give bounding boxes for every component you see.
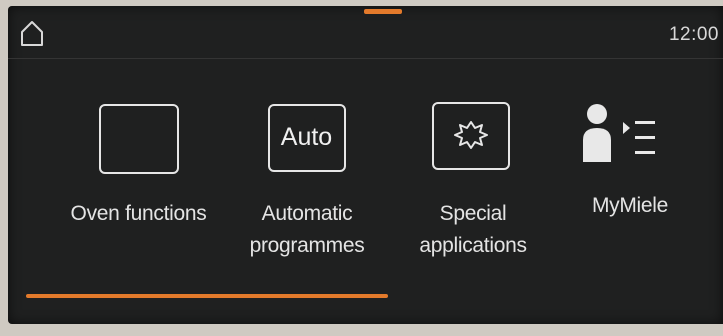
selection-indicator xyxy=(26,294,388,298)
special-applications-icon xyxy=(431,102,510,170)
tile-mymiele[interactable]: MyMiele xyxy=(556,58,721,288)
tile-automatic-programmes[interactable]: Auto Automatic programmes xyxy=(224,58,389,288)
home-icon[interactable] xyxy=(20,19,44,47)
tile-label: Special applications xyxy=(419,202,527,257)
oven-frame-icon xyxy=(98,104,179,174)
person-list-icon xyxy=(583,104,655,162)
auto-icon-text: Auto xyxy=(280,123,333,151)
tile-label: MyMiele xyxy=(591,194,669,217)
tile-oven-functions[interactable]: Oven functions xyxy=(56,58,221,288)
tile-label: Oven functions xyxy=(70,202,207,225)
tile-label: Automatic programmes xyxy=(249,202,365,257)
status-bar: 12:00 xyxy=(8,6,723,59)
clock: 12:00 xyxy=(668,24,719,45)
tile-special-applications[interactable]: Special applications xyxy=(388,58,553,288)
oven-display: 12:00 Oven functions Auto Automatic prog… xyxy=(8,6,723,324)
main-menu: Oven functions Auto Automatic programmes… xyxy=(8,58,723,288)
auto-icon: Auto xyxy=(267,104,346,172)
